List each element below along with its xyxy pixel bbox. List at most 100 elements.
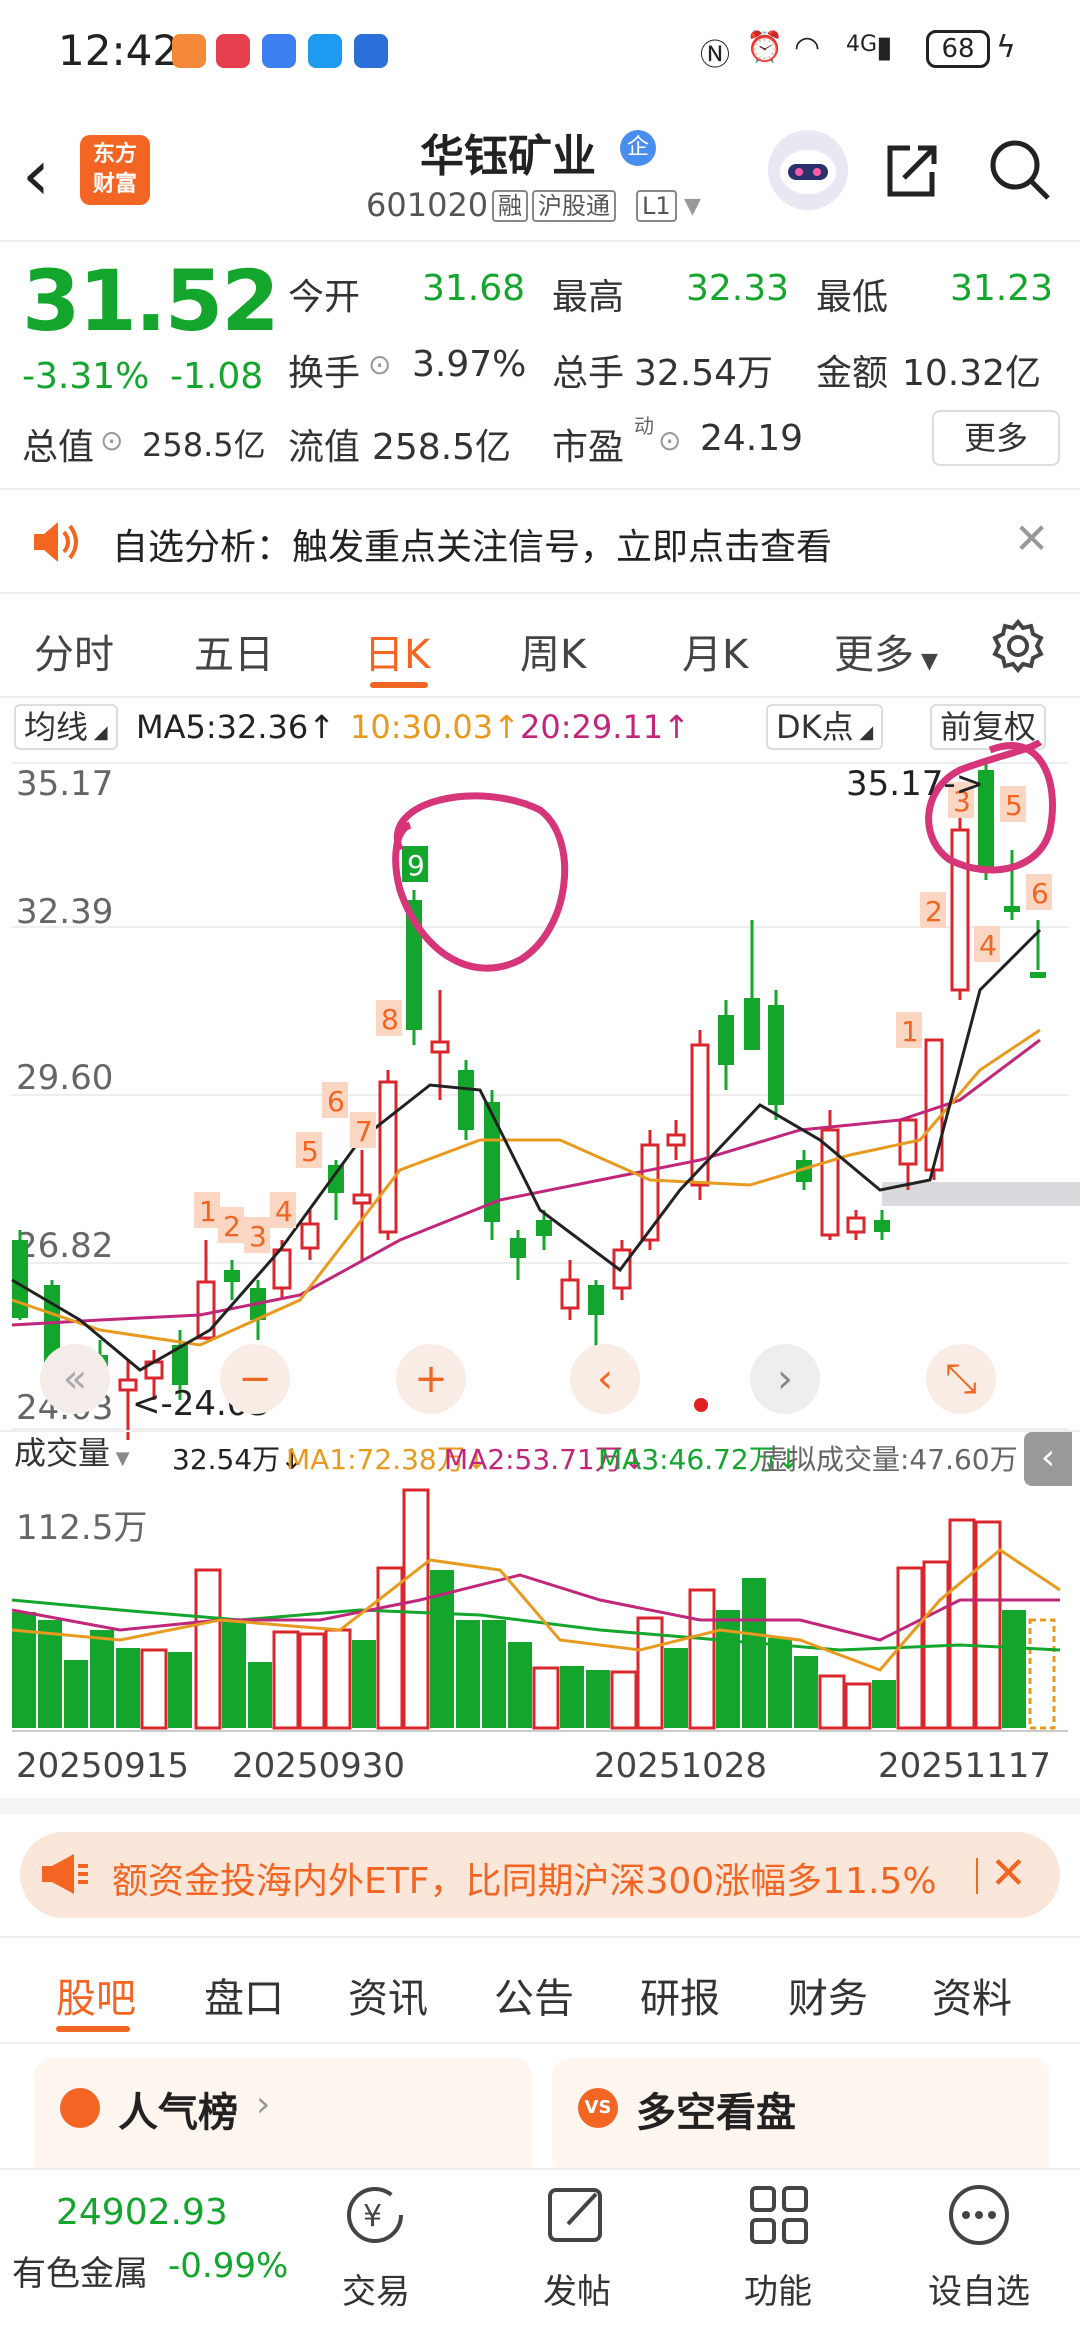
pe-dynamic-mark: 动 <box>634 414 654 438</box>
chevron-down-icon[interactable]: ▼ <box>684 194 701 219</box>
tab-profile[interactable]: 资料 <box>932 1966 1012 2024</box>
svg-text:3: 3 <box>249 1220 267 1253</box>
pe-label: 市盈 <box>552 427 625 468</box>
signal-icon: ▮ <box>876 30 893 65</box>
app-notification-icon <box>172 34 206 68</box>
nav-add-watchlist[interactable]: 设自选 <box>899 2264 1059 2313</box>
active-tab-indicator <box>370 682 428 688</box>
svg-text:4: 4 <box>979 929 997 962</box>
date-label: 20251117 <box>878 1746 1052 1786</box>
high-label: 最高 <box>552 277 625 318</box>
index-value[interactable]: 24902.93 <box>56 2192 228 2233</box>
volume-value: 32.54万↓ <box>172 1443 304 1476</box>
scroll-left-fast-button[interactable]: « <box>40 1344 110 1414</box>
index-change[interactable]: -0.99% <box>168 2246 288 2286</box>
grid-icon[interactable] <box>744 2180 814 2250</box>
app-notification-icon <box>308 34 342 68</box>
chevron-down-icon: ▼ <box>914 649 938 674</box>
app-notification-icon <box>262 34 296 68</box>
tab-monthly-k[interactable]: 月K <box>682 622 748 680</box>
nav-trade[interactable]: 交易 <box>296 2264 456 2313</box>
gear-icon[interactable] <box>990 618 1046 674</box>
amount-value: 10.32亿 <box>902 353 1042 394</box>
chevron-down-icon: ▼ <box>110 1448 130 1469</box>
notice-text[interactable]: 自选分析：触发重点关注信号，立即点击查看 <box>112 518 832 570</box>
more-dots-icon[interactable] <box>944 2180 1014 2250</box>
tab-pankou[interactable]: 盘口 <box>204 1966 284 2024</box>
megaphone-icon <box>42 1854 88 1894</box>
bull-bear-card[interactable] <box>552 2058 1050 2178</box>
change-percent: -3.31% <box>22 356 150 397</box>
trade-icon[interactable]: ¥ <box>340 2180 410 2250</box>
collapse-panel-button[interactable]: ‹ <box>1024 1432 1072 1486</box>
ai-assistant-avatar[interactable] <box>768 130 848 210</box>
chart-bar-icon <box>60 2088 100 2128</box>
clock: 12:42 <box>58 26 180 75</box>
svg-text:5: 5 <box>301 1135 319 1168</box>
tab-finance[interactable]: 财务 <box>788 1966 868 2024</box>
info-icon[interactable]: ⊙ <box>368 348 391 381</box>
active-tab-indicator <box>56 2026 130 2032</box>
nav-post[interactable]: 发帖 <box>497 2264 657 2313</box>
svg-text:9: 9 <box>407 849 425 882</box>
bull-bear-title[interactable]: 多空看盘 <box>636 2080 796 2138</box>
date-label: 20250915 <box>16 1746 190 1786</box>
low-value: 31.23 <box>950 268 1054 309</box>
divider <box>0 1430 1080 1432</box>
prev-candle-button[interactable]: ‹ <box>570 1344 640 1414</box>
candlestick-chart[interactable]: 1 2 3 4 5 6 7 8 9 1 2 3 4 5 6 <box>0 740 1080 1440</box>
float-value: 258.5亿 <box>372 427 512 468</box>
promo-text[interactable]: 额资金投海内外ETF，比同期沪深300涨幅多11.5% <box>112 1852 972 1904</box>
divider <box>0 592 1080 594</box>
zoom-in-button[interactable]: + <box>396 1344 466 1414</box>
fullscreen-button[interactable]: ⤡ <box>926 1344 996 1414</box>
divider <box>0 488 1080 490</box>
tab-research[interactable]: 研报 <box>640 1966 720 2024</box>
tab-more[interactable]: 更多 ▼ <box>834 622 938 680</box>
amount-label: 金额 <box>816 353 889 394</box>
info-icon[interactable]: ⊙ <box>100 424 123 457</box>
svg-text:6: 6 <box>1031 877 1049 910</box>
index-name[interactable]: 有色金属 <box>12 2246 148 2295</box>
pe-value: 24.19 <box>700 418 804 459</box>
tab-daily-k[interactable]: 日K <box>364 622 430 680</box>
tab-guba[interactable]: 股吧 <box>56 1966 136 2024</box>
divider <box>0 696 1080 698</box>
chevron-right-icon: › <box>256 2084 271 2125</box>
popularity-title[interactable]: 人气榜 <box>118 2080 238 2138</box>
close-icon[interactable]: ✕ <box>1014 514 1049 563</box>
close-icon[interactable]: ✕ <box>990 1848 1027 1899</box>
zoom-out-button[interactable]: − <box>220 1344 290 1414</box>
svg-text:2: 2 <box>223 1210 241 1243</box>
float-value-label: 流值 <box>288 427 361 468</box>
tab-announcements[interactable]: 公告 <box>494 1966 574 2024</box>
high-value: 32.33 <box>686 268 790 309</box>
more-quote-button[interactable]: 更多 <box>932 410 1060 466</box>
tab-intraday[interactable]: 分时 <box>34 622 114 680</box>
alarm-icon: ⏰ <box>746 30 784 65</box>
date-label: 20250930 <box>232 1746 406 1786</box>
share-icon[interactable] <box>880 140 942 202</box>
post-icon[interactable] <box>542 2180 612 2250</box>
divider <box>0 1936 1080 1938</box>
popularity-card[interactable] <box>34 2058 532 2178</box>
svg-text:4: 4 <box>275 1195 293 1228</box>
info-icon[interactable]: ⊙ <box>658 424 681 457</box>
nfc-icon: Ⓝ <box>700 38 730 73</box>
svg-text:7: 7 <box>355 1115 373 1148</box>
tab-news[interactable]: 资讯 <box>348 1966 428 2024</box>
divider <box>976 1858 978 1894</box>
x-axis <box>12 1730 1068 1732</box>
svg-text:8: 8 <box>381 1003 399 1036</box>
margin-tag: 融 <box>492 190 528 222</box>
tab-weekly-k[interactable]: 周K <box>520 622 586 680</box>
volume-indicator-select[interactable]: 成交量 ▼ <box>14 1432 130 1478</box>
back-button[interactable]: ‹ <box>22 140 50 210</box>
search-icon[interactable] <box>986 136 1052 202</box>
next-candle-button[interactable]: › <box>750 1344 820 1414</box>
svg-text:¥: ¥ <box>363 2199 382 2234</box>
speaker-icon <box>34 522 78 562</box>
nav-functions[interactable]: 功能 <box>698 2264 858 2313</box>
level-tag[interactable]: L1 <box>636 190 677 222</box>
tab-five-day[interactable]: 五日 <box>194 622 274 680</box>
